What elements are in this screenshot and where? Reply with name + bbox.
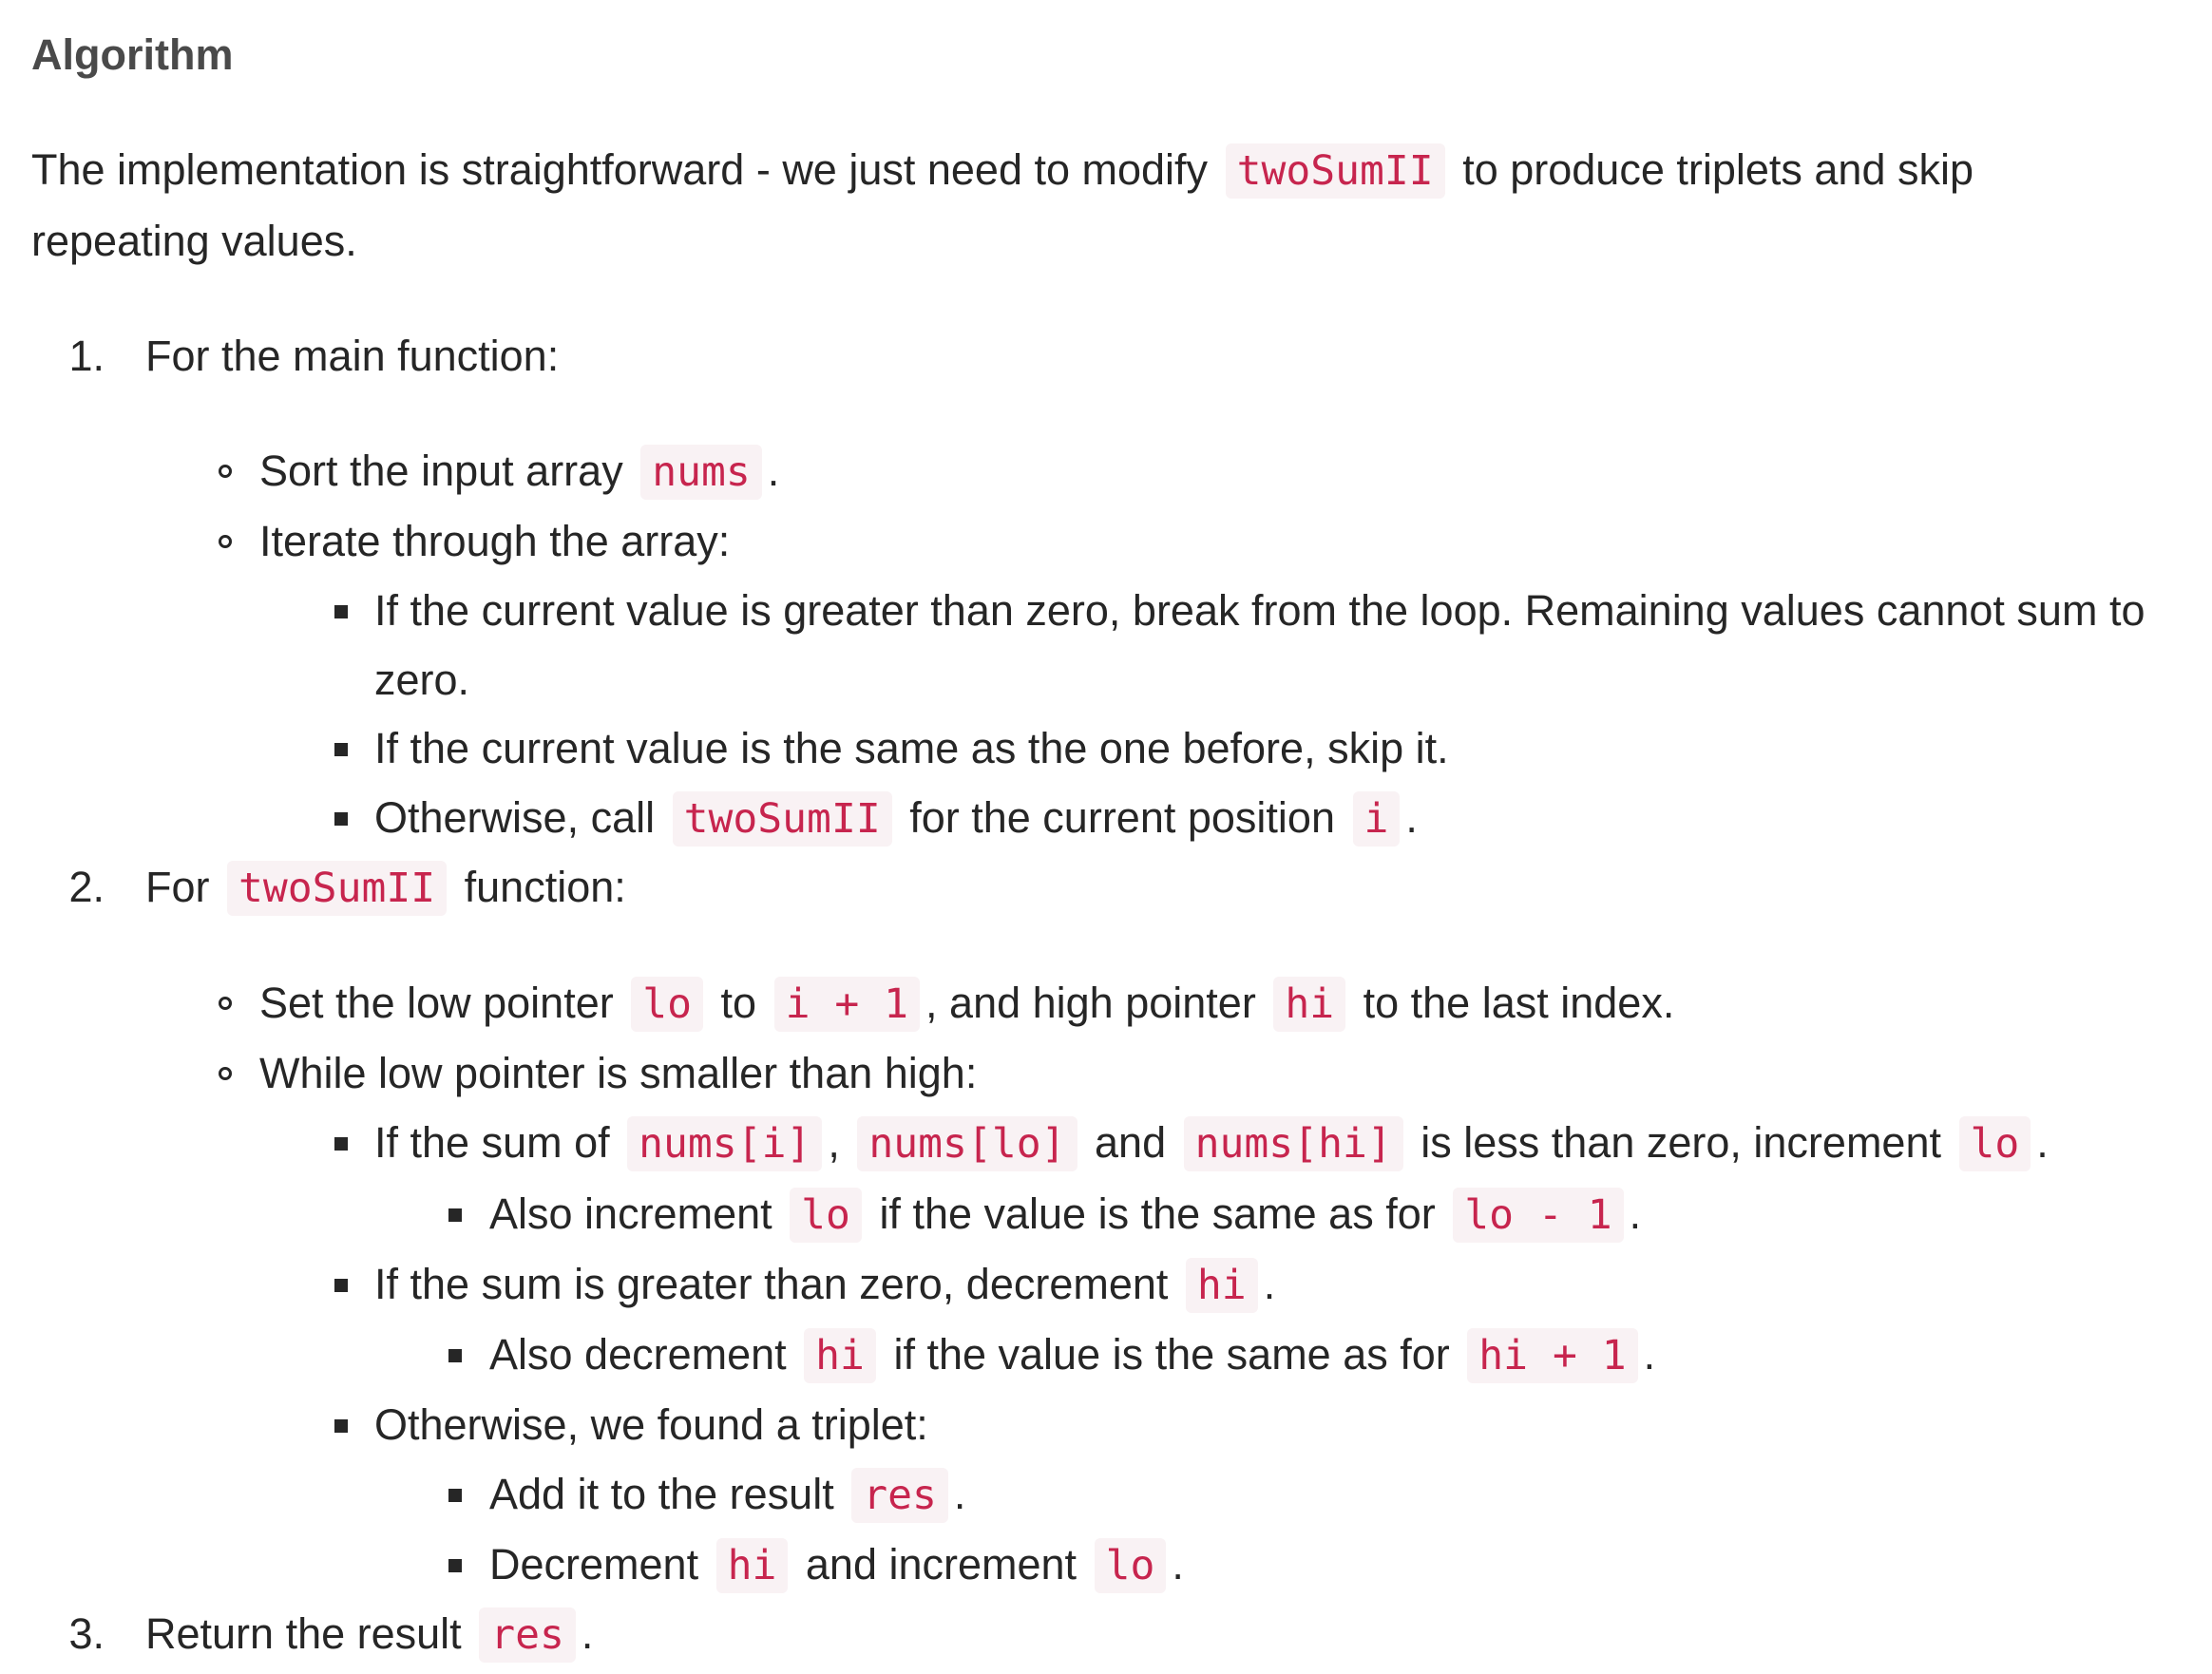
step-text: Otherwise, we found a triplet: bbox=[374, 1400, 928, 1449]
step-2b2a-text: Also decrement hi if the value is the sa… bbox=[489, 1326, 1655, 1384]
square-bullet-icon bbox=[448, 1349, 462, 1362]
punctuation: . bbox=[953, 1470, 966, 1518]
inline-code: nums[lo] bbox=[857, 1116, 1077, 1171]
inline-code: nums[hi] bbox=[1183, 1116, 1403, 1171]
inline-code: hi bbox=[715, 1538, 789, 1593]
punctuation: . bbox=[767, 447, 780, 495]
step-1a-text: Sort the input array nums. bbox=[259, 443, 779, 501]
step-1b3-text: Otherwise, call twoSumII for the current… bbox=[374, 789, 1418, 847]
inline-code: hi + 1 bbox=[1467, 1328, 1638, 1383]
inline-code: hi bbox=[1273, 977, 1346, 1032]
step-text: For bbox=[145, 863, 210, 911]
step-text: Otherwise, call bbox=[374, 793, 656, 842]
step-number: 3. bbox=[68, 1609, 105, 1658]
step-text: Also increment bbox=[489, 1189, 772, 1238]
step-text: for the current position bbox=[909, 793, 1335, 842]
inline-code: lo bbox=[631, 977, 704, 1032]
step-text: to bbox=[720, 979, 757, 1027]
square-bullet-icon bbox=[334, 1279, 348, 1292]
square-bullet-icon bbox=[334, 743, 348, 756]
punctuation: . bbox=[1405, 793, 1418, 842]
step-text: , and high pointer bbox=[925, 979, 1256, 1027]
step-text: If the current value is the same as the … bbox=[374, 724, 1449, 772]
algorithm-section: Algorithm The implementation is straight… bbox=[0, 0, 2212, 1674]
step-text: function: bbox=[464, 863, 626, 911]
square-bullet-icon bbox=[334, 812, 348, 826]
step-text: if the value is the same as for bbox=[893, 1330, 1450, 1379]
step-text: Sort the input array bbox=[259, 447, 623, 495]
inline-code: i + 1 bbox=[773, 977, 921, 1032]
step-text: Add it to the result bbox=[489, 1470, 834, 1518]
step-text: and bbox=[1095, 1118, 1167, 1167]
step-text: Iterate through the array: bbox=[259, 517, 731, 565]
step-number: 1. bbox=[68, 332, 105, 380]
step-text: For the main function: bbox=[145, 332, 560, 380]
step-1-text: For the main function: bbox=[145, 328, 559, 385]
square-bullet-icon bbox=[448, 1559, 462, 1572]
step-text: If the sum of bbox=[374, 1118, 610, 1167]
step-2-text: For twoSumII function: bbox=[145, 859, 626, 917]
step-text: Set the low pointer bbox=[259, 979, 614, 1027]
punctuation: . bbox=[2036, 1118, 2049, 1167]
step-1b1-line2: zero. bbox=[374, 652, 469, 709]
punctuation: , bbox=[828, 1118, 840, 1167]
inline-code: hi bbox=[804, 1328, 876, 1383]
inline-code: res bbox=[851, 1468, 948, 1523]
step-2b1a-text: Also increment lo if the value is the sa… bbox=[489, 1186, 1641, 1244]
step-2b1-text: If the sum of nums[i], nums[lo] and nums… bbox=[374, 1114, 2049, 1172]
step-1b1-line1: If the current value is greater than zer… bbox=[374, 582, 2145, 639]
square-bullet-icon bbox=[334, 605, 348, 618]
step-text: Return the result bbox=[145, 1609, 462, 1658]
punctuation: . bbox=[1172, 1540, 1184, 1588]
step-number: 2. bbox=[68, 863, 105, 911]
inline-code: lo - 1 bbox=[1453, 1188, 1624, 1243]
inline-code: i bbox=[1352, 791, 1401, 847]
section-heading: Algorithm bbox=[31, 30, 234, 79]
step-text: If the sum is greater than zero, decreme… bbox=[374, 1260, 1169, 1308]
punctuation: . bbox=[1629, 1189, 1642, 1238]
inline-code: hi bbox=[1185, 1258, 1258, 1313]
step-2b2-text: If the sum is greater than zero, decreme… bbox=[374, 1256, 1275, 1314]
step-2b3-text: Otherwise, we found a triplet: bbox=[374, 1397, 928, 1454]
intro-text: The implementation is straightforward - … bbox=[31, 145, 1209, 194]
step-2a-text: Set the low pointer lo to i + 1, and hig… bbox=[259, 975, 1674, 1033]
step-2b3b-text: Decrement hi and increment lo. bbox=[489, 1536, 1184, 1594]
step-text: While low pointer is smaller than high: bbox=[259, 1049, 978, 1097]
step-text: is less than zero, increment bbox=[1421, 1118, 1941, 1167]
inline-code: res bbox=[479, 1607, 576, 1663]
inline-code: nums[i] bbox=[627, 1116, 823, 1171]
circle-bullet-icon bbox=[219, 997, 232, 1010]
circle-bullet-icon bbox=[219, 535, 232, 548]
circle-bullet-icon bbox=[219, 465, 232, 478]
circle-bullet-icon bbox=[219, 1067, 232, 1080]
step-text: and increment bbox=[805, 1540, 1077, 1588]
step-text: zero. bbox=[374, 656, 470, 704]
inline-code: lo bbox=[790, 1188, 862, 1243]
step-text: If the current value is greater than zer… bbox=[374, 586, 2145, 635]
inline-code: lo bbox=[1094, 1538, 1167, 1593]
intro-code: twoSumII bbox=[1225, 143, 1445, 199]
square-bullet-icon bbox=[334, 1419, 348, 1433]
step-2b-text: While low pointer is smaller than high: bbox=[259, 1045, 977, 1102]
punctuation: . bbox=[581, 1609, 594, 1658]
inline-code: twoSumII bbox=[672, 791, 892, 847]
punctuation: . bbox=[1643, 1330, 1656, 1379]
inline-code: nums bbox=[640, 445, 762, 500]
step-1b2-text: If the current value is the same as the … bbox=[374, 720, 1449, 777]
inline-code: lo bbox=[1958, 1116, 2031, 1171]
step-text: to the last index. bbox=[1363, 979, 1675, 1027]
inline-code: twoSumII bbox=[227, 861, 448, 916]
intro-paragraph: The implementation is straightforward - … bbox=[31, 135, 2160, 276]
step-2b3a-text: Add it to the result res. bbox=[489, 1466, 965, 1524]
step-text: Also decrement bbox=[489, 1330, 787, 1379]
step-3-text: Return the result res. bbox=[145, 1606, 593, 1664]
step-text: Decrement bbox=[489, 1540, 699, 1588]
step-text: if the value is the same as for bbox=[879, 1189, 1436, 1238]
step-1b-text: Iterate through the array: bbox=[259, 513, 730, 570]
square-bullet-icon bbox=[448, 1489, 462, 1502]
square-bullet-icon bbox=[448, 1208, 462, 1222]
square-bullet-icon bbox=[334, 1137, 348, 1151]
punctuation: . bbox=[1263, 1260, 1276, 1308]
